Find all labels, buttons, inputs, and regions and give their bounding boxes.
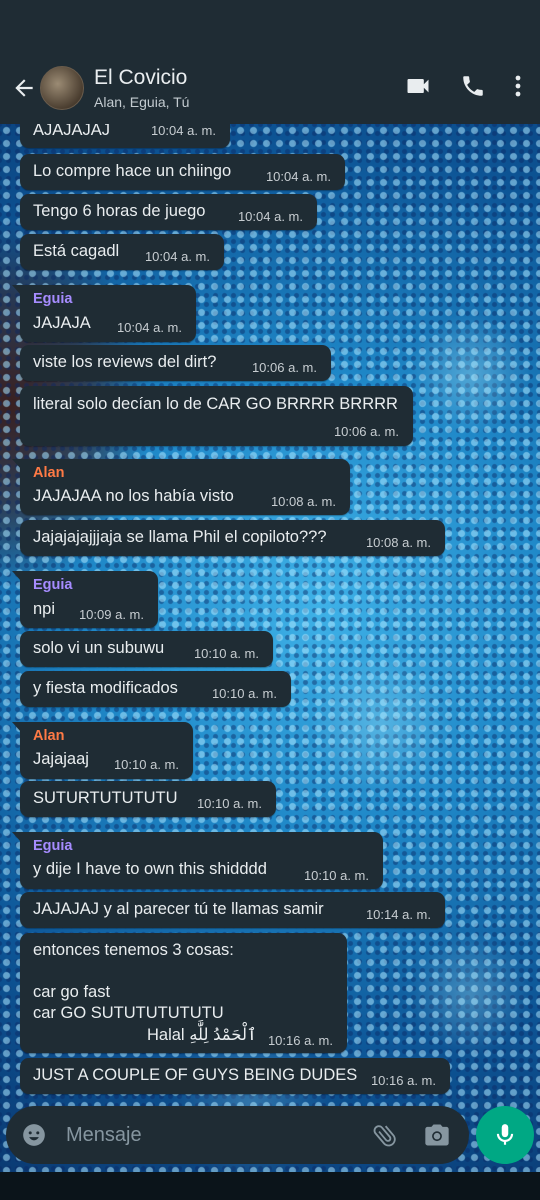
more-vertical-icon[interactable] <box>514 74 522 103</box>
message-time: 10:04 a. m. <box>237 209 303 224</box>
message-time: 10:06 a. m. <box>333 424 399 439</box>
header-info[interactable]: El Covicio Alan, Eguia, Tú <box>94 66 404 110</box>
message-time: 10:14 a. m. <box>365 907 431 922</box>
message-text: JAJAJAA no los había visto <box>33 487 234 505</box>
message-bubble[interactable]: AJAJAJAJ 10:04 a. m. <box>20 124 230 148</box>
message-text: Jajajaaj <box>33 750 89 768</box>
chat-area[interactable]: AJAJAJAJ 10:04 a. m. Lo compre hace un c… <box>0 124 540 1172</box>
group-avatar[interactable] <box>40 66 84 110</box>
system-nav-bar <box>0 1172 540 1200</box>
message-time: 10:04 a. m. <box>144 249 210 264</box>
paperclip-icon[interactable] <box>371 1121 399 1154</box>
message-text: AJAJAJAJ <box>33 124 111 139</box>
message-text: y fiesta modificados <box>33 679 178 697</box>
message-text: literal solo decían lo de CAR GO BRRRR B… <box>33 395 398 413</box>
message-bubble[interactable]: Tengo 6 horas de juego 10:04 a. m. <box>20 194 317 230</box>
message-bubble[interactable]: entonces tenemos 3 cosas: car go fast ca… <box>20 933 347 1053</box>
message-bubble[interactable]: Está cagadl 10:04 a. m. <box>20 234 224 270</box>
message-bubble[interactable]: JAJAJAJ y al parecer tú te llamas samir … <box>20 892 445 928</box>
chat-header: El Covicio Alan, Eguia, Tú <box>0 52 540 124</box>
status-bar <box>0 0 540 52</box>
message-time: 10:10 a. m. <box>303 868 369 883</box>
message-time: 10:08 a. m. <box>365 535 431 550</box>
message-bubble[interactable]: literal solo decían lo de CAR GO BRRRR B… <box>20 386 413 446</box>
message-time: 10:10 a. m. <box>211 686 277 701</box>
message-text: solo vi un subuwu <box>33 639 165 657</box>
message-text: JAJAJA <box>33 314 91 332</box>
phone-icon[interactable] <box>460 73 486 104</box>
message-bubble[interactable]: Eguia y dije I have to own this shidddd … <box>12 832 383 889</box>
message-time: 10:10 a. m. <box>196 796 262 811</box>
message-text: Tengo 6 horas de juego <box>33 202 206 220</box>
message-input[interactable] <box>66 1123 346 1147</box>
microphone-icon[interactable] <box>476 1106 534 1164</box>
message-text: entonces tenemos 3 cosas: car go fast ca… <box>33 941 234 1022</box>
message-text: npi <box>33 600 56 618</box>
message-time: 10:08 a. m. <box>270 494 336 509</box>
message-sender: Eguia <box>33 291 73 307</box>
message-bubble[interactable]: viste los reviews del dirt? 10:06 a. m. <box>20 345 331 381</box>
message-text: JAJAJAJ y al parecer tú te llamas samir <box>33 900 324 918</box>
message-bubble[interactable]: Eguia npi 10:09 a. m. <box>12 571 158 628</box>
message-time: 10:10 a. m. <box>193 646 259 661</box>
message-time: 10:04 a. m. <box>116 320 182 335</box>
message-bubble[interactable]: JUST A COUPLE OF GUYS BEING DUDES 10:16 … <box>20 1058 450 1094</box>
message-text: Jajajajajjjaja se llama Phil el copiloto… <box>33 528 327 546</box>
message-sender: Eguia <box>33 577 73 593</box>
message-text-halal: Halal ٱلْحَمْدُ لِلَّٰهِ <box>147 1026 257 1044</box>
message-sender: Alan <box>33 465 65 481</box>
message-bubble[interactable]: Eguia JAJAJA 10:04 a. m. <box>12 285 196 342</box>
message-time: 10:10 a. m. <box>113 757 179 772</box>
arrow-left-icon[interactable] <box>6 70 42 106</box>
message-bubble[interactable]: Alan Jajajaaj 10:10 a. m. <box>12 722 193 779</box>
message-text: viste los reviews del dirt? <box>33 353 217 371</box>
message-text: JUST A COUPLE OF GUYS BEING DUDES <box>33 1066 358 1084</box>
message-time: 10:16 a. m. <box>267 1033 333 1048</box>
message-bubble[interactable]: solo vi un subuwu 10:10 a. m. <box>20 631 273 667</box>
message-bubble[interactable]: Jajajajajjjaja se llama Phil el copiloto… <box>20 520 445 556</box>
message-text: Está cagadl <box>33 242 120 260</box>
message-text: Lo compre hace un chiingo <box>33 162 232 180</box>
message-time: 10:04 a. m. <box>265 169 331 184</box>
chat-title: El Covicio <box>94 66 188 89</box>
message-time: 10:16 a. m. <box>370 1073 436 1088</box>
message-time: 10:09 a. m. <box>78 607 144 622</box>
message-bubble[interactable]: y fiesta modificados 10:10 a. m. <box>20 671 291 707</box>
message-composer <box>6 1106 469 1164</box>
message-bubble[interactable]: Alan JAJAJAA no los había visto 10:08 a.… <box>12 459 350 515</box>
message-bubble[interactable]: Lo compre hace un chiingo 10:04 a. m. <box>20 154 345 190</box>
message-text: SUTURTUTUTUTU <box>33 789 178 807</box>
message-sender: Eguia <box>33 838 73 854</box>
message-text: y dije I have to own this shidddd <box>33 860 267 878</box>
video-camera-icon[interactable] <box>404 72 432 105</box>
message-time: 10:04 a. m. <box>150 124 216 138</box>
emoji-icon[interactable] <box>18 1119 50 1151</box>
message-sender: Alan <box>33 728 65 744</box>
chat-participants: Alan, Eguia, Tú <box>94 94 190 110</box>
message-bubble[interactable]: SUTURTUTUTUTU 10:10 a. m. <box>20 781 276 817</box>
camera-icon[interactable] <box>423 1121 451 1154</box>
message-time: 10:06 a. m. <box>251 360 317 375</box>
